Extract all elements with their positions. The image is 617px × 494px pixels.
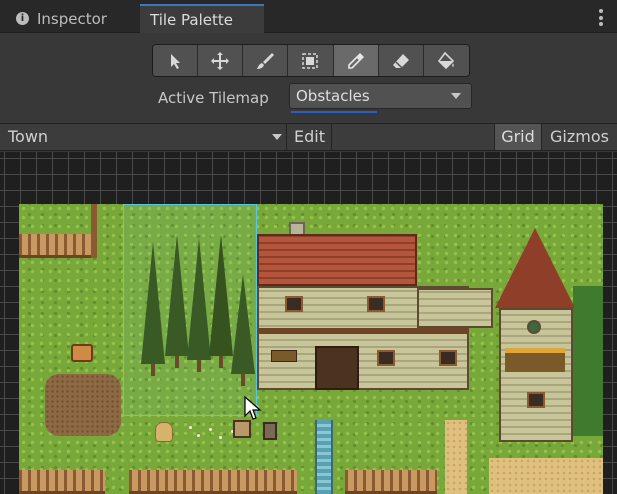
pine-tree-tile <box>209 234 233 356</box>
more-options-icon[interactable] <box>599 9 603 26</box>
sand-path-tile <box>445 420 467 494</box>
eyedropper-icon <box>347 52 364 69</box>
window-tile <box>285 296 303 312</box>
active-tilemap-label: Active Tilemap <box>158 89 269 107</box>
fence-tile <box>19 234 97 258</box>
active-tilemap-dropdown[interactable]: Obstacles <box>289 83 472 109</box>
door-tile <box>315 346 359 390</box>
move-arrows-icon <box>211 51 230 70</box>
haystack-tile <box>155 422 173 442</box>
flower-box-tile <box>505 348 565 372</box>
inn-sign-tile <box>271 350 297 362</box>
pine-tree-tile <box>231 274 255 374</box>
palette-selector-dropdown[interactable]: Town <box>8 124 286 150</box>
tree-trunk <box>219 356 223 368</box>
select-tool-button[interactable] <box>153 45 199 76</box>
chevron-down-icon <box>272 134 282 140</box>
erase-tool-button[interactable] <box>378 45 424 76</box>
round-window-tile <box>527 320 541 334</box>
active-tilemap-value: Obstacles <box>296 87 370 105</box>
crate-tile <box>233 420 251 438</box>
info-icon: i <box>16 12 29 25</box>
arrow-pointer-icon <box>171 53 181 69</box>
grid-toggle-button[interactable]: Grid <box>494 124 541 150</box>
side-wing-tile <box>417 288 493 328</box>
pine-tree-tile <box>165 234 189 356</box>
clay-pot-tile <box>71 344 93 362</box>
palette-name: Town <box>8 127 49 146</box>
town-tile-map[interactable] <box>19 204 603 494</box>
tree-trunk <box>151 364 155 376</box>
dark-grass-area <box>573 286 603 436</box>
box-fill-icon <box>302 52 319 69</box>
eraser-icon <box>392 53 409 69</box>
tab-tile-palette[interactable]: Tile Palette <box>140 4 264 33</box>
focus-indicator <box>291 111 377 113</box>
window-tile <box>367 296 385 312</box>
fence-tile <box>345 470 437 494</box>
tree-trunk <box>175 356 179 368</box>
pine-tree-tile <box>187 238 211 360</box>
edit-palette-button[interactable]: Edit <box>286 124 332 150</box>
picker-tool-button[interactable] <box>333 45 379 76</box>
move-tool-button[interactable] <box>198 45 244 76</box>
tree-trunk <box>241 374 245 386</box>
tab-inspector[interactable]: i Inspector <box>8 4 138 33</box>
palette-canvas[interactable] <box>0 152 617 494</box>
flower-tile <box>197 434 200 437</box>
window-tile <box>439 350 457 366</box>
dirt-patch-tile <box>45 374 121 436</box>
fence-post <box>91 204 97 258</box>
flood-fill-tool-button[interactable] <box>423 45 469 76</box>
flower-tile <box>219 436 222 439</box>
flower-tile <box>189 426 192 429</box>
tab-inspector-label: Inspector <box>37 9 107 28</box>
palette-header-bar: Town Edit Grid Gizmos <box>0 123 617 151</box>
chevron-down-icon <box>451 93 461 99</box>
fence-tile <box>129 470 297 494</box>
sand-path-tile <box>489 458 603 494</box>
paintbrush-icon <box>257 52 275 69</box>
flower-tile <box>209 428 212 431</box>
wall-beam <box>257 328 469 334</box>
paint-tool-button[interactable] <box>243 45 289 76</box>
tab-tile-palette-label: Tile Palette <box>150 10 233 29</box>
gable-roof-tile <box>495 228 575 308</box>
roof-tile <box>257 234 417 286</box>
paint-bucket-icon <box>438 51 455 69</box>
water-stream-tile <box>315 420 333 494</box>
gizmos-toggle-button[interactable]: Gizmos <box>541 124 617 150</box>
window-tile <box>527 392 545 408</box>
tool-strip <box>152 44 470 77</box>
window-tab-bar: i Inspector Tile Palette <box>0 0 617 33</box>
box-fill-tool-button[interactable] <box>288 45 334 76</box>
barrel-tile <box>263 422 277 440</box>
window-tile <box>377 350 395 366</box>
pine-tree-tile <box>141 242 165 364</box>
fence-tile <box>19 470 105 494</box>
tree-trunk <box>197 360 201 372</box>
mouse-cursor-icon <box>244 396 262 420</box>
